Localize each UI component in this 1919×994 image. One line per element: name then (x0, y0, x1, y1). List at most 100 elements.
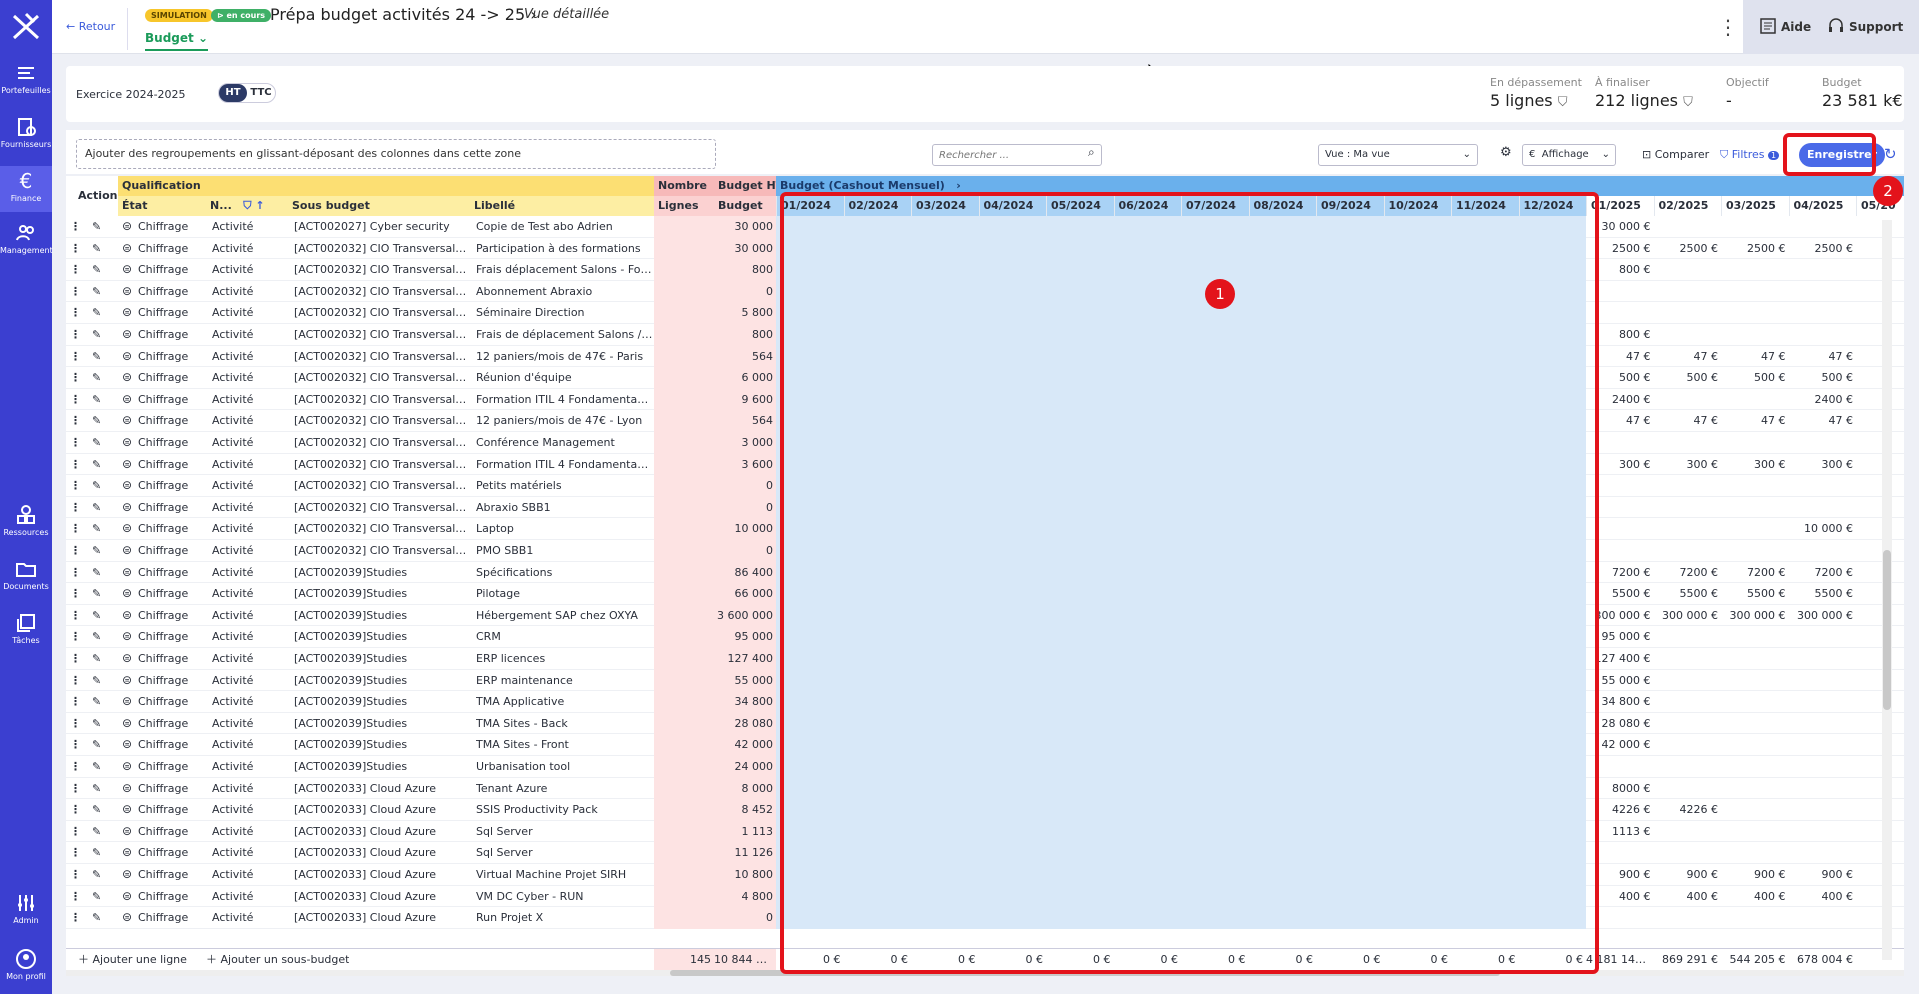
row-menu-icon[interactable]: ⋮ (70, 670, 84, 692)
row-menu-icon[interactable]: ⋮ (70, 238, 84, 260)
nav-admin[interactable]: Admin (0, 892, 52, 925)
edit-icon[interactable]: ✎ (92, 281, 108, 303)
vertical-scrollbar[interactable] (1882, 220, 1892, 960)
edit-icon[interactable]: ✎ (92, 734, 108, 756)
compare-button[interactable]: ⊡ Comparer (1642, 148, 1709, 161)
row-menu-icon[interactable]: ⋮ (70, 432, 84, 454)
search-icon[interactable]: ⌕ (1088, 145, 1095, 160)
search-input[interactable] (932, 144, 1102, 166)
row-menu-icon[interactable]: ⋮ (70, 281, 84, 303)
row-menu-icon[interactable]: ⋮ (70, 583, 84, 605)
add-subbudget-button[interactable]: ＋ Ajouter un sous-budget (206, 949, 349, 971)
edit-icon[interactable]: ✎ (92, 691, 108, 713)
help-link[interactable]: Aide (1781, 20, 1811, 34)
edit-icon[interactable]: ✎ (92, 864, 108, 886)
nav-profil[interactable]: Mon profil (0, 948, 52, 981)
edit-icon[interactable]: ✎ (92, 648, 108, 670)
row-menu-icon[interactable]: ⋮ (70, 821, 84, 843)
row-menu-icon[interactable]: ⋮ (70, 475, 84, 497)
edit-icon[interactable]: ✎ (92, 259, 108, 281)
col-lignes[interactable]: Lignes (654, 196, 714, 216)
ht-option[interactable]: HT (219, 84, 247, 102)
edit-icon[interactable]: ✎ (92, 540, 108, 562)
row-menu-icon[interactable]: ⋮ (70, 734, 84, 756)
row-menu-icon[interactable]: ⋮ (70, 864, 84, 886)
edit-icon[interactable]: ✎ (92, 324, 108, 346)
edit-icon[interactable]: ✎ (92, 778, 108, 800)
filter-icon[interactable]: ⛉ (1683, 95, 1693, 110)
edit-icon[interactable]: ✎ (92, 346, 108, 368)
row-menu-icon[interactable]: ⋮ (70, 562, 84, 584)
row-menu-icon[interactable]: ⋮ (70, 605, 84, 627)
edit-icon[interactable]: ✎ (92, 821, 108, 843)
gear-icon[interactable]: ⚙ (1500, 145, 1512, 160)
row-menu-icon[interactable]: ⋮ (70, 691, 84, 713)
nav-taches[interactable]: Tâches (0, 612, 52, 645)
more-menu-icon[interactable]: ⋮ (1718, 15, 1738, 39)
support-link[interactable]: Support (1849, 20, 1903, 34)
add-line-button[interactable]: ＋ Ajouter une ligne (78, 949, 187, 971)
row-menu-icon[interactable]: ⋮ (70, 497, 84, 519)
funnel-icon[interactable]: ⛉ (243, 199, 251, 212)
nav-ressources[interactable]: Ressources (0, 504, 52, 537)
row-menu-icon[interactable]: ⋮ (70, 907, 84, 929)
col-month[interactable]: 03/2025 (1721, 196, 1789, 216)
edit-icon[interactable]: ✎ (92, 799, 108, 821)
row-menu-icon[interactable]: ⋮ (70, 346, 84, 368)
row-menu-icon[interactable]: ⋮ (70, 713, 84, 735)
edit-icon[interactable]: ✎ (92, 907, 108, 929)
col-number[interactable]: N... ⛉ ↑ (206, 196, 288, 216)
row-menu-icon[interactable]: ⋮ (70, 216, 84, 238)
edit-icon[interactable]: ✎ (92, 713, 108, 735)
row-menu-icon[interactable]: ⋮ (70, 454, 84, 476)
row-menu-icon[interactable]: ⋮ (70, 302, 84, 324)
edit-icon[interactable]: ✎ (92, 583, 108, 605)
row-menu-icon[interactable]: ⋮ (70, 626, 84, 648)
row-menu-icon[interactable]: ⋮ (70, 778, 84, 800)
chevron-right-icon[interactable]: › (956, 179, 961, 192)
nav-fournisseurs[interactable]: Fournisseurs (0, 116, 52, 149)
group-dropzone[interactable]: Ajouter des regroupements en glissant-dé… (76, 139, 716, 169)
edit-icon[interactable]: ✎ (92, 389, 108, 411)
row-menu-icon[interactable]: ⋮ (70, 324, 84, 346)
row-menu-icon[interactable]: ⋮ (70, 389, 84, 411)
sort-up-icon[interactable]: ↑ (255, 199, 264, 212)
col-budget[interactable]: Budget (714, 196, 776, 216)
row-menu-icon[interactable]: ⋮ (70, 410, 84, 432)
edit-icon[interactable]: ✎ (92, 756, 108, 778)
edit-icon[interactable]: ✎ (92, 238, 108, 260)
display-select[interactable]: € Affichage ⌄ (1522, 144, 1616, 166)
col-etat[interactable]: État (118, 196, 206, 216)
nav-portefeuilles[interactable]: Portefeuilles (0, 62, 52, 95)
edit-icon[interactable]: ✎ (92, 302, 108, 324)
edit-icon[interactable]: ✎ (92, 562, 108, 584)
edit-icon[interactable]: ✎ (92, 626, 108, 648)
edit-icon[interactable]: ✎ (92, 886, 108, 908)
row-menu-icon[interactable]: ⋮ (70, 799, 84, 821)
col-month[interactable]: 04/2025 (1788, 196, 1856, 216)
nav-management[interactable]: Management (0, 222, 53, 255)
ht-ttc-toggle[interactable]: HT TTC (218, 83, 276, 103)
edit-icon[interactable]: ✎ (92, 367, 108, 389)
row-menu-icon[interactable]: ⋮ (70, 648, 84, 670)
row-menu-icon[interactable]: ⋮ (70, 518, 84, 540)
edit-icon[interactable]: ✎ (92, 410, 108, 432)
edit-icon[interactable]: ✎ (92, 216, 108, 238)
edit-icon[interactable]: ✎ (92, 454, 108, 476)
row-menu-icon[interactable]: ⋮ (70, 756, 84, 778)
ttc-option[interactable]: TTC (247, 84, 275, 102)
row-menu-icon[interactable]: ⋮ (70, 540, 84, 562)
back-link[interactable]: ← Retour (66, 20, 115, 33)
scrollbar-thumb[interactable] (1883, 550, 1891, 710)
row-menu-icon[interactable]: ⋮ (70, 842, 84, 864)
filter-icon[interactable]: ⛉ (1558, 95, 1568, 110)
col-month[interactable]: 02/2025 (1653, 196, 1721, 216)
edit-icon[interactable]: ✎ (92, 605, 108, 627)
col-sous-budget[interactable]: Sous budget (288, 196, 470, 216)
edit-icon[interactable]: ✎ (92, 497, 108, 519)
edit-icon[interactable]: ✎ (92, 518, 108, 540)
row-menu-icon[interactable]: ⋮ (70, 259, 84, 281)
col-libelle[interactable]: Libellé (470, 196, 654, 216)
nav-finance[interactable]: € Finance (0, 166, 52, 212)
row-menu-icon[interactable]: ⋮ (70, 886, 84, 908)
